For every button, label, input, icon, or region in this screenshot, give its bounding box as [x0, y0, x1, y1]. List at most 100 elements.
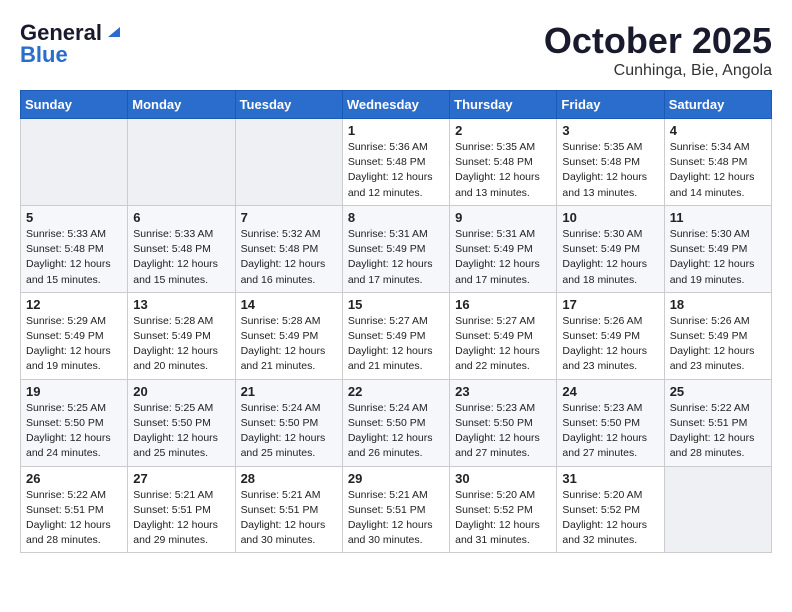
day-header-friday: Friday — [557, 91, 664, 119]
calendar-cell: 27 Sunrise: 5:21 AMSunset: 5:51 PMDayligh… — [128, 466, 235, 553]
day-info: Sunrise: 5:22 AMSunset: 5:51 PMDaylight:… — [26, 488, 122, 549]
week-row-1: 1Sunrise: 5:36 AMSunset: 5:48 PMDaylight… — [21, 119, 772, 206]
day-info: Sunrise: 5:30 AMSunset: 5:49 PMDaylight:… — [562, 227, 658, 288]
calendar-cell — [128, 119, 235, 206]
day-header-sunday: Sunday — [21, 91, 128, 119]
day-info: Sunrise: 5:32 AMSunset: 5:48 PMDaylight:… — [241, 227, 337, 288]
day-number: 14 — [241, 297, 337, 312]
calendar-cell: 8Sunrise: 5:31 AMSunset: 5:49 PMDaylight… — [342, 205, 449, 292]
day-number: 15 — [348, 297, 444, 312]
day-info: Sunrise: 5:31 AMSunset: 5:49 PMDaylight:… — [455, 227, 551, 288]
day-info: Sunrise: 5:35 AMSunset: 5:48 PMDaylight:… — [455, 140, 551, 201]
day-info: Sunrise: 5:20 AMSunset: 5:52 PMDaylight:… — [562, 488, 658, 549]
calendar-cell: 30 Sunrise: 5:20 AMSunset: 5:52 PMDayligh… — [450, 466, 557, 553]
calendar-cell: 12 Sunrise: 5:29 AMSunset: 5:49 PMDayligh… — [21, 292, 128, 379]
calendar-cell: 1Sunrise: 5:36 AMSunset: 5:48 PMDaylight… — [342, 119, 449, 206]
day-number: 23 — [455, 384, 551, 399]
day-headers-row: SundayMondayTuesdayWednesdayThursdayFrid… — [21, 91, 772, 119]
day-number: 3 — [562, 123, 658, 138]
day-info: Sunrise: 5:27 AMSunset: 5:49 PMDaylight:… — [455, 314, 551, 375]
calendar-subtitle: Cunhinga, Bie, Angola — [544, 62, 772, 80]
calendar-cell: 6Sunrise: 5:33 AMSunset: 5:48 PMDaylight… — [128, 205, 235, 292]
calendar-cell: 10 Sunrise: 5:30 AMSunset: 5:49 PMDayligh… — [557, 205, 664, 292]
day-number: 19 — [26, 384, 122, 399]
week-row-4: 19 Sunrise: 5:25 AMSunset: 5:50 PMDayligh… — [21, 379, 772, 466]
day-info: Sunrise: 5:30 AMSunset: 5:49 PMDaylight:… — [670, 227, 766, 288]
calendar-cell: 14 Sunrise: 5:28 AMSunset: 5:49 PMDayligh… — [235, 292, 342, 379]
calendar-header: SundayMondayTuesdayWednesdayThursdayFrid… — [21, 91, 772, 119]
day-number: 12 — [26, 297, 122, 312]
day-number: 18 — [670, 297, 766, 312]
calendar-cell: 28 Sunrise: 5:21 AMSunset: 5:51 PMDayligh… — [235, 466, 342, 553]
calendar-cell: 19Sunrise: 5:25 AMSunset: 5:50 PMDayligh… — [21, 379, 128, 466]
logo-icon — [104, 21, 124, 41]
day-number: 1 — [348, 123, 444, 138]
calendar-cell: 7 Sunrise: 5:32 AMSunset: 5:48 PMDaylight… — [235, 205, 342, 292]
calendar-cell: 31 Sunrise: 5:20 AMSunset: 5:52 PMDayligh… — [557, 466, 664, 553]
day-info: Sunrise: 5:20 AMSunset: 5:52 PMDaylight:… — [455, 488, 551, 549]
day-number: 11 — [670, 210, 766, 225]
calendar-cell: 26 Sunrise: 5:22 AMSunset: 5:51 PMDayligh… — [21, 466, 128, 553]
page-header: General Blue October 2025 Cunhinga, Bie,… — [20, 20, 772, 80]
day-info: Sunrise: 5:28 AMSunset: 5:49 PMDaylight:… — [241, 314, 337, 375]
day-number: 7 — [241, 210, 337, 225]
day-number: 24 — [562, 384, 658, 399]
day-number: 4 — [670, 123, 766, 138]
calendar-cell: 11 Sunrise: 5:30 AMSunset: 5:49 PMDayligh… — [664, 205, 771, 292]
day-header-tuesday: Tuesday — [235, 91, 342, 119]
calendar-cell: 17 Sunrise: 5:26 AMSunset: 5:49 PMDayligh… — [557, 292, 664, 379]
day-number: 16 — [455, 297, 551, 312]
logo: General Blue — [20, 20, 124, 68]
logo-blue: Blue — [20, 42, 68, 68]
day-number: 26 — [26, 471, 122, 486]
day-number: 31 — [562, 471, 658, 486]
calendar-cell: 22 Sunrise: 5:24 AMSunset: 5:50 PMDayligh… — [342, 379, 449, 466]
day-header-thursday: Thursday — [450, 91, 557, 119]
calendar-cell: 2 Sunrise: 5:35 AMSunset: 5:48 PMDaylight… — [450, 119, 557, 206]
day-number: 27 — [133, 471, 229, 486]
day-info: Sunrise: 5:21 AMSunset: 5:51 PMDaylight:… — [133, 488, 229, 549]
day-info: Sunrise: 5:33 AMSunset: 5:48 PMDaylight:… — [26, 227, 122, 288]
day-info: Sunrise: 5:24 AMSunset: 5:50 PMDaylight:… — [348, 401, 444, 462]
day-number: 5 — [26, 210, 122, 225]
week-row-2: 5 Sunrise: 5:33 AMSunset: 5:48 PMDaylight… — [21, 205, 772, 292]
day-number: 28 — [241, 471, 337, 486]
day-number: 30 — [455, 471, 551, 486]
day-info: Sunrise: 5:21 AMSunset: 5:51 PMDaylight:… — [348, 488, 444, 549]
day-info: Sunrise: 5:22 AMSunset: 5:51 PMDaylight:… — [670, 401, 766, 462]
day-info: Sunrise: 5:34 AMSunset: 5:48 PMDaylight:… — [670, 140, 766, 201]
calendar-cell: 5 Sunrise: 5:33 AMSunset: 5:48 PMDaylight… — [21, 205, 128, 292]
day-number: 2 — [455, 123, 551, 138]
day-info: Sunrise: 5:29 AMSunset: 5:49 PMDaylight:… — [26, 314, 122, 375]
calendar-cell: 15Sunrise: 5:27 AMSunset: 5:49 PMDayligh… — [342, 292, 449, 379]
calendar-table: SundayMondayTuesdayWednesdayThursdayFrid… — [20, 90, 772, 553]
calendar-cell: 3 Sunrise: 5:35 AMSunset: 5:48 PMDaylight… — [557, 119, 664, 206]
day-number: 17 — [562, 297, 658, 312]
day-info: Sunrise: 5:28 AMSunset: 5:49 PMDaylight:… — [133, 314, 229, 375]
day-info: Sunrise: 5:26 AMSunset: 5:49 PMDaylight:… — [562, 314, 658, 375]
day-number: 21 — [241, 384, 337, 399]
calendar-cell: 23Sunrise: 5:23 AMSunset: 5:50 PMDayligh… — [450, 379, 557, 466]
day-number: 10 — [562, 210, 658, 225]
day-number: 20 — [133, 384, 229, 399]
day-info: Sunrise: 5:35 AMSunset: 5:48 PMDaylight:… — [562, 140, 658, 201]
day-number: 9 — [455, 210, 551, 225]
calendar-body: 1Sunrise: 5:36 AMSunset: 5:48 PMDaylight… — [21, 119, 772, 553]
calendar-cell — [21, 119, 128, 206]
day-number: 25 — [670, 384, 766, 399]
day-info: Sunrise: 5:25 AMSunset: 5:50 PMDaylight:… — [133, 401, 229, 462]
calendar-cell: 18 Sunrise: 5:26 AMSunset: 5:49 PMDayligh… — [664, 292, 771, 379]
calendar-cell — [664, 466, 771, 553]
calendar-cell — [235, 119, 342, 206]
day-number: 6 — [133, 210, 229, 225]
day-number: 13 — [133, 297, 229, 312]
day-info: Sunrise: 5:31 AMSunset: 5:49 PMDaylight:… — [348, 227, 444, 288]
calendar-cell: 29Sunrise: 5:21 AMSunset: 5:51 PMDayligh… — [342, 466, 449, 553]
calendar-cell: 25 Sunrise: 5:22 AMSunset: 5:51 PMDayligh… — [664, 379, 771, 466]
day-number: 22 — [348, 384, 444, 399]
calendar-cell: 9 Sunrise: 5:31 AMSunset: 5:49 PMDaylight… — [450, 205, 557, 292]
day-info: Sunrise: 5:26 AMSunset: 5:49 PMDaylight:… — [670, 314, 766, 375]
day-info: Sunrise: 5:21 AMSunset: 5:51 PMDaylight:… — [241, 488, 337, 549]
day-header-saturday: Saturday — [664, 91, 771, 119]
day-header-monday: Monday — [128, 91, 235, 119]
